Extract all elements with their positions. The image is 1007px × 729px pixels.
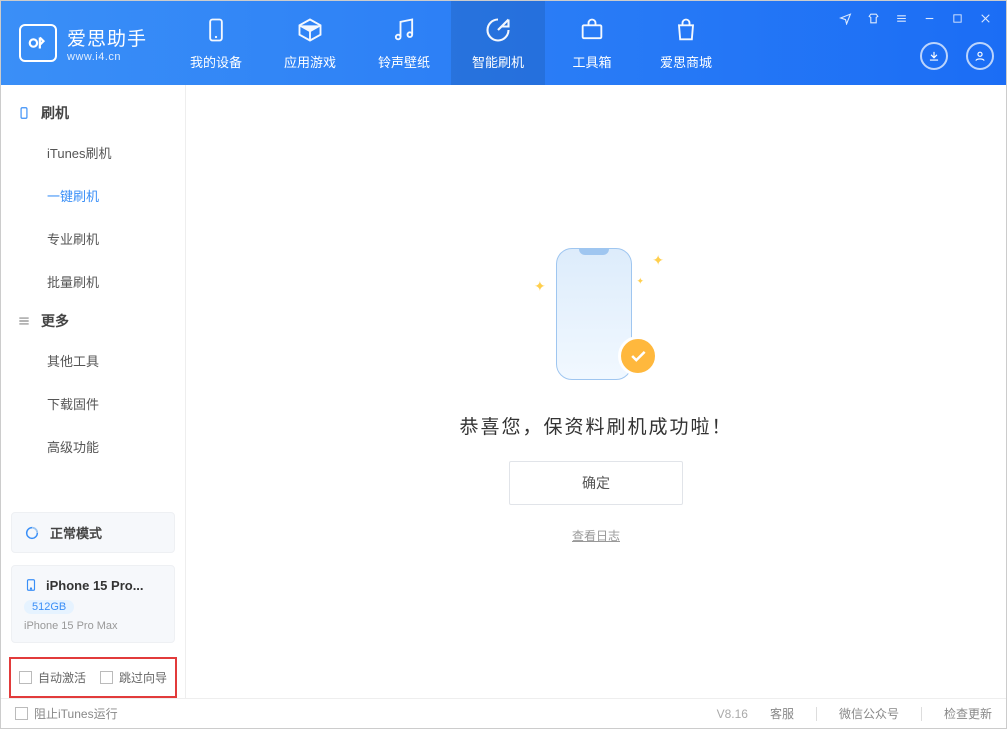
- nav-smart-flash[interactable]: 智能刷机: [451, 1, 545, 85]
- device-storage-badge: 512GB: [24, 600, 74, 614]
- check-update-link[interactable]: 检查更新: [944, 705, 992, 722]
- sidebar-item-download-firmware[interactable]: 下载固件: [1, 382, 185, 425]
- device-name: iPhone 15 Pro...: [46, 578, 144, 593]
- wechat-link[interactable]: 微信公众号: [839, 705, 899, 722]
- sidebar-item-advanced[interactable]: 高级功能: [1, 425, 185, 468]
- user-icon[interactable]: [966, 42, 994, 70]
- mode-card[interactable]: 正常模式: [11, 512, 175, 553]
- logo-area: 爱思助手 www.i4.cn: [19, 24, 147, 63]
- sidebar-item-pro-flash[interactable]: 专业刷机: [1, 217, 185, 260]
- checkbox-skip-wizard[interactable]: 跳过向导: [100, 669, 167, 686]
- nav-my-device[interactable]: 我的设备: [169, 1, 263, 85]
- close-icon[interactable]: [978, 11, 992, 25]
- nav-label: 我的设备: [190, 52, 242, 71]
- view-log-link[interactable]: 查看日志: [572, 527, 620, 544]
- sidebar: 刷机 iTunes刷机 一键刷机 专业刷机 批量刷机 更多 其他工具 下载固件 …: [1, 85, 186, 698]
- app-window: 爱思助手 www.i4.cn 我的设备 应用游戏 铃声壁纸 智能刷机: [0, 0, 1007, 729]
- sidebar-item-batch-flash[interactable]: 批量刷机: [1, 260, 185, 303]
- highlight-options: 自动激活 跳过向导: [9, 657, 177, 698]
- mode-status: 正常模式: [50, 523, 102, 542]
- app-subtitle: www.i4.cn: [67, 51, 147, 63]
- sidebar-item-itunes-flash[interactable]: iTunes刷机: [1, 131, 185, 174]
- nav-toolbox[interactable]: 工具箱: [545, 1, 639, 85]
- nav-label: 爱思商城: [660, 52, 712, 71]
- nav-apps-games[interactable]: 应用游戏: [263, 1, 357, 85]
- checkbox-auto-activate[interactable]: 自动激活: [19, 669, 86, 686]
- checkbox-block-itunes[interactable]: 阻止iTunes运行: [15, 705, 118, 722]
- success-illustration: ✦ ✦ ✦: [526, 240, 666, 390]
- footer: 阻止iTunes运行 V8.16 客服 微信公众号 检查更新: [1, 698, 1006, 728]
- sidebar-group-flash[interactable]: 刷机: [1, 95, 185, 131]
- header: 爱思助手 www.i4.cn 我的设备 应用游戏 铃声壁纸 智能刷机: [1, 1, 1006, 85]
- minimize-icon[interactable]: [922, 11, 936, 25]
- top-nav: 我的设备 应用游戏 铃声壁纸 智能刷机 工具箱 爱思商城: [169, 1, 733, 85]
- logo-icon: [19, 24, 57, 62]
- checkbox-icon: [19, 671, 32, 684]
- version-label: V8.16: [717, 707, 748, 721]
- maximize-icon[interactable]: [950, 11, 964, 25]
- support-link[interactable]: 客服: [770, 705, 794, 722]
- sidebar-item-one-click-flash[interactable]: 一键刷机: [1, 174, 185, 217]
- nav-label: 铃声壁纸: [378, 52, 430, 71]
- ok-button[interactable]: 确定: [509, 461, 683, 505]
- nav-label: 工具箱: [573, 52, 612, 71]
- app-title: 爱思助手: [67, 24, 147, 51]
- skin-icon[interactable]: [866, 11, 880, 25]
- check-badge-icon: [618, 336, 658, 376]
- checkbox-icon: [15, 707, 28, 720]
- header-right: [920, 16, 994, 70]
- nav-label: 应用游戏: [284, 52, 336, 71]
- success-message: 恭喜您，保资料刷机成功啦！: [459, 412, 732, 439]
- nav-store[interactable]: 爱思商城: [639, 1, 733, 85]
- checkbox-icon: [100, 671, 113, 684]
- device-card[interactable]: iPhone 15 Pro... 512GB iPhone 15 Pro Max: [11, 565, 175, 643]
- device-model: iPhone 15 Pro Max: [24, 620, 118, 632]
- nav-label: 智能刷机: [472, 52, 524, 71]
- menu-icon[interactable]: [894, 11, 908, 25]
- sidebar-group-more[interactable]: 更多: [1, 303, 185, 339]
- sidebar-item-other-tools[interactable]: 其他工具: [1, 339, 185, 382]
- feedback-icon[interactable]: [838, 11, 852, 25]
- download-icon[interactable]: [920, 42, 948, 70]
- main-content: ✦ ✦ ✦ 恭喜您，保资料刷机成功啦！ 确定 查看日志: [186, 85, 1006, 698]
- nav-ringtone-wallpaper[interactable]: 铃声壁纸: [357, 1, 451, 85]
